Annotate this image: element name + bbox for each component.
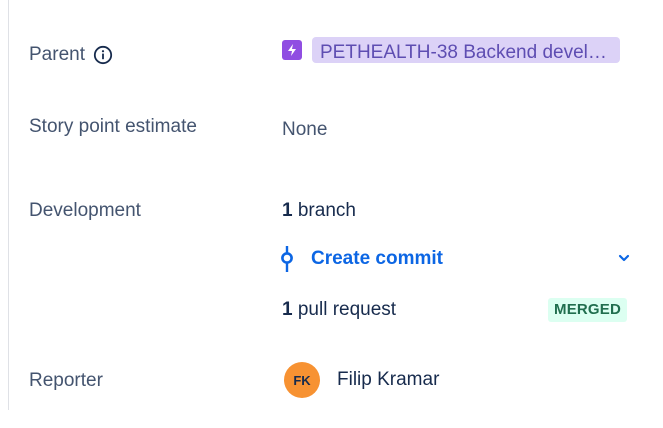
story-points-label: Story point estimate (29, 116, 197, 137)
reporter-name: Filip Kramar (337, 369, 440, 390)
commit-icon (281, 246, 293, 272)
merged-status-badge: MERGED (548, 298, 628, 322)
chevron-down-icon[interactable] (618, 252, 630, 264)
reporter-value[interactable]: FK Filip Kramar (284, 362, 439, 398)
create-commit-button[interactable]: Create commit (280, 246, 632, 272)
parent-label-text: Parent (29, 44, 85, 65)
pull-request-text: pull request (297, 299, 397, 320)
branch-text: branch (297, 200, 356, 221)
panel-divider (8, 0, 9, 410)
branch-link[interactable]: 1 branch (282, 199, 356, 223)
reporter-label: Reporter (29, 370, 103, 391)
info-icon[interactable] (93, 45, 113, 65)
issue-details-panel: Parent PETHEALTH-38 Backend devel… Story… (0, 0, 663, 428)
create-commit-label: Create commit (311, 248, 443, 269)
pull-request-link[interactable]: 1 pull request (282, 298, 396, 322)
parent-issue-link[interactable]: PETHEALTH-38 Backend devel… (312, 37, 620, 63)
lightning-bolt-icon (282, 40, 302, 60)
story-points-value[interactable]: None (282, 118, 327, 142)
parent-field-label: Parent (29, 43, 113, 67)
pull-request-count: 1 (282, 299, 293, 320)
avatar: FK (284, 362, 320, 398)
development-label: Development (29, 200, 141, 221)
branch-count: 1 (282, 200, 293, 221)
parent-field-value[interactable]: PETHEALTH-38 Backend devel… (282, 37, 620, 63)
